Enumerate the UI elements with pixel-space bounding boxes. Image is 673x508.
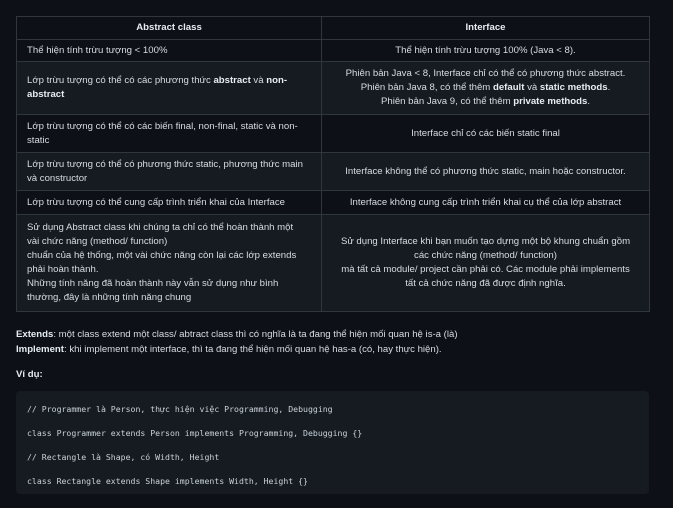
cell-text: abstract	[27, 89, 65, 100]
implement-text: : khi implement một interface, thì ta đa…	[63, 344, 442, 355]
table-header-row: Abstract class Interface	[16, 16, 650, 40]
cell-abstract: Lớp trừu tượng có thể có phương thức sta…	[16, 152, 322, 191]
page: Abstract class Interface Thể hiện tính t…	[0, 0, 673, 508]
table-row: Thể hiện tính trừu tượng < 100% Thể hiện…	[16, 39, 650, 62]
cell-text: Lớp trừu tượng có thể cung cấp trình tri…	[27, 196, 285, 208]
cell-interface: Interface không cung cấp trình triển kha…	[321, 190, 650, 215]
cell-abstract: Lớp trừu tượng có thể có các phương thức…	[16, 61, 322, 115]
cell-text: vài chức năng (method/ function)	[27, 236, 168, 247]
cell-text: Sử dụng Interface khi bạn muốn tạo dựng …	[340, 236, 631, 247]
cell-interface: Interface chỉ có các biến static final	[321, 114, 650, 153]
cell-text: mà tất cả module/ project cần phải có. C…	[341, 264, 630, 275]
cell-text: các chức năng (method/ function)	[414, 250, 557, 261]
cell-text: Phiên bản Java < 8, Interface chỉ có thể…	[345, 68, 626, 79]
cell-interface: Thể hiện tính trừu tượng 100% (Java < 8)…	[321, 39, 650, 62]
code-block: // Programmer là Person, thực hiện việc …	[16, 391, 649, 494]
implement-definition: Implement: khi implement một interface, …	[16, 342, 656, 357]
table-row: Lớp trừu tượng có thể cung cấp trình tri…	[16, 190, 650, 215]
code-line: class Programmer extends Person implemen…	[27, 428, 363, 438]
cell-text: Những tính năng đã hoàn thành này vẫn sử…	[27, 278, 279, 289]
table-row: Sử dụng Abstract class khi chúng ta chỉ …	[16, 214, 650, 312]
cell-abstract: Lớp trừu tượng có thể có các biến final,…	[16, 114, 322, 153]
cell-text: static	[27, 134, 50, 146]
code-line: class Rectangle extends Shape implements…	[27, 476, 308, 486]
cell-text: Lớp trừu tượng có thể có các phương thức…	[27, 75, 288, 86]
cell-text: Lớp trừu tượng có thể có các biến final,…	[27, 120, 298, 132]
table-row: Lớp trừu tượng có thể có các phương thức…	[16, 61, 650, 115]
code-comment: // Programmer là Person, thực hiện việc …	[27, 404, 333, 414]
cell-text: chuẩn của hệ thống, một vài chức năng cò…	[27, 250, 297, 261]
cell-text: Lớp trừu tượng có thể có phương thức sta…	[27, 158, 303, 170]
header-interface: Interface	[321, 16, 650, 40]
cell-text: tất cả chức năng đã được định nghĩa.	[405, 278, 566, 289]
extends-definition: Extends: một class extend một class/ abt…	[16, 327, 656, 342]
table-row: Lớp trừu tượng có thể có các biến final,…	[16, 114, 650, 153]
cell-interface: Interface không thể có phương thức stati…	[321, 152, 650, 191]
cell-text: thường, đây là những tính năng chung	[27, 292, 192, 303]
cell-text: Interface không cung cấp trình triển kha…	[349, 196, 622, 208]
cell-text: và constructor	[27, 172, 88, 184]
cell-abstract: Sử dụng Abstract class khi chúng ta chỉ …	[16, 214, 322, 312]
cell-interface: Phiên bản Java < 8, Interface chỉ có thể…	[321, 61, 650, 115]
definitions: Extends: một class extend một class/ abt…	[16, 327, 656, 357]
extends-text: : một class extend một class/ abtract cl…	[53, 329, 458, 340]
cell-abstract: Lớp trừu tượng có thể cung cấp trình tri…	[16, 190, 322, 215]
cell-text: Interface chỉ có các biến static final	[411, 127, 560, 139]
header-abstract-class: Abstract class	[16, 16, 322, 40]
comparison-table: Abstract class Interface Thể hiện tính t…	[16, 16, 650, 312]
cell-text: Sử dụng Abstract class khi chúng ta chỉ …	[27, 222, 294, 233]
implement-term: Implement	[16, 344, 64, 355]
table-row: Lớp trừu tượng có thể có phương thức sta…	[16, 152, 650, 191]
example-heading: Ví dụ:	[16, 369, 43, 380]
cell-text: Thể hiện tính trừu tượng 100% (Java < 8)…	[395, 44, 576, 56]
cell-text: Thể hiện tính trừu tượng < 100%	[27, 44, 168, 56]
cell-text: phải hoàn thành.	[27, 264, 99, 275]
cell-text: Interface không thể có phương thức stati…	[345, 165, 626, 177]
cell-interface: Sử dụng Interface khi bạn muốn tạo dựng …	[321, 214, 650, 312]
cell-abstract: Thể hiện tính trừu tượng < 100%	[16, 39, 322, 62]
code-comment: // Rectangle là Shape, có Width, Height	[27, 452, 220, 462]
cell-text: Phiên bản Java 8, có thể thêm default và…	[360, 82, 611, 93]
extends-term: Extends	[16, 329, 54, 340]
cell-text: Phiên bản Java 9, có thể thêm private me…	[380, 96, 591, 107]
